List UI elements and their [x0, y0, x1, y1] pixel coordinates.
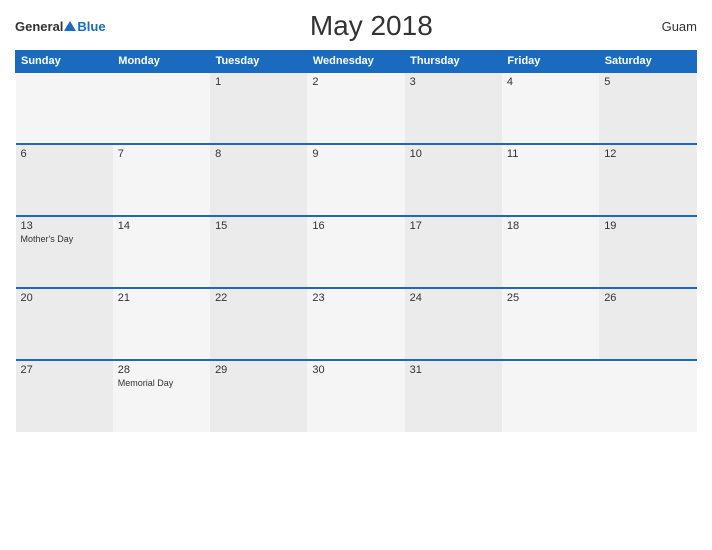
day-number: 31	[410, 364, 497, 376]
day-number: 23	[312, 292, 399, 304]
header: General Blue May 2018 Guam	[15, 10, 697, 42]
table-row: 28 Memorial Day	[113, 360, 210, 432]
day-number: 18	[507, 220, 594, 232]
table-row: 30	[307, 360, 404, 432]
table-row: 5	[599, 72, 696, 144]
day-number: 30	[312, 364, 399, 376]
day-number: 20	[21, 292, 108, 304]
col-header-friday: Friday	[502, 51, 599, 73]
weekday-header-row: Sunday Monday Tuesday Wednesday Thursday…	[16, 51, 697, 73]
calendar-table: Sunday Monday Tuesday Wednesday Thursday…	[15, 50, 697, 432]
table-row: 1	[210, 72, 307, 144]
table-row: 16	[307, 216, 404, 288]
calendar-page: General Blue May 2018 Guam Sunday Monday…	[0, 0, 712, 550]
logo-general-text: General	[15, 19, 63, 34]
calendar-week-row: 20 21 22 23 24 25 26	[16, 288, 697, 360]
col-header-tuesday: Tuesday	[210, 51, 307, 73]
day-number: 2	[312, 76, 399, 88]
day-number: 28	[118, 364, 205, 376]
table-row: 25	[502, 288, 599, 360]
table-row: 20	[16, 288, 113, 360]
day-number: 3	[410, 76, 497, 88]
col-header-saturday: Saturday	[599, 51, 696, 73]
day-number: 10	[410, 148, 497, 160]
table-row: 17	[405, 216, 502, 288]
day-number: 9	[312, 148, 399, 160]
calendar-title: May 2018	[106, 10, 637, 42]
table-row: 18	[502, 216, 599, 288]
table-row: 22	[210, 288, 307, 360]
logo: General Blue	[15, 19, 106, 34]
table-row	[599, 360, 696, 432]
col-header-sunday: Sunday	[16, 51, 113, 73]
col-header-wednesday: Wednesday	[307, 51, 404, 73]
table-row: 26	[599, 288, 696, 360]
table-row: 13 Mother's Day	[16, 216, 113, 288]
calendar-week-row: 13 Mother's Day 14 15 16 17 18 19	[16, 216, 697, 288]
day-number: 22	[215, 292, 302, 304]
day-number: 4	[507, 76, 594, 88]
table-row: 4	[502, 72, 599, 144]
day-number: 5	[604, 76, 691, 88]
day-number: 11	[507, 148, 594, 160]
table-row	[113, 72, 210, 144]
day-number: 19	[604, 220, 691, 232]
table-row	[502, 360, 599, 432]
table-row: 8	[210, 144, 307, 216]
table-row: 31	[405, 360, 502, 432]
table-row: 9	[307, 144, 404, 216]
day-number: 14	[118, 220, 205, 232]
day-number: 1	[215, 76, 302, 88]
calendar-week-row: 27 28 Memorial Day 29 30 31	[16, 360, 697, 432]
day-number: 12	[604, 148, 691, 160]
logo-blue-text: Blue	[77, 19, 105, 34]
col-header-thursday: Thursday	[405, 51, 502, 73]
day-number: 17	[410, 220, 497, 232]
day-number: 27	[21, 364, 108, 376]
day-number: 15	[215, 220, 302, 232]
day-number: 13	[21, 220, 108, 232]
table-row: 10	[405, 144, 502, 216]
table-row: 19	[599, 216, 696, 288]
day-number: 16	[312, 220, 399, 232]
day-number: 29	[215, 364, 302, 376]
event-label: Memorial Day	[118, 378, 205, 390]
table-row: 15	[210, 216, 307, 288]
table-row	[16, 72, 113, 144]
col-header-monday: Monday	[113, 51, 210, 73]
day-number: 7	[118, 148, 205, 160]
table-row: 24	[405, 288, 502, 360]
table-row: 11	[502, 144, 599, 216]
calendar-week-row: 6789 10 11 12	[16, 144, 697, 216]
table-row: 23	[307, 288, 404, 360]
table-row: 6	[16, 144, 113, 216]
region-label: Guam	[637, 19, 697, 34]
table-row: 14	[113, 216, 210, 288]
logo-triangle-icon	[64, 21, 76, 31]
day-number: 21	[118, 292, 205, 304]
day-number: 25	[507, 292, 594, 304]
day-number: 6	[21, 148, 108, 160]
table-row: 29	[210, 360, 307, 432]
day-number: 8	[215, 148, 302, 160]
day-number: 26	[604, 292, 691, 304]
table-row: 2	[307, 72, 404, 144]
table-row: 3	[405, 72, 502, 144]
event-label: Mother's Day	[21, 234, 108, 246]
day-number: 24	[410, 292, 497, 304]
calendar-week-row: 12345	[16, 72, 697, 144]
table-row: 27	[16, 360, 113, 432]
table-row: 7	[113, 144, 210, 216]
table-row: 12	[599, 144, 696, 216]
table-row: 21	[113, 288, 210, 360]
